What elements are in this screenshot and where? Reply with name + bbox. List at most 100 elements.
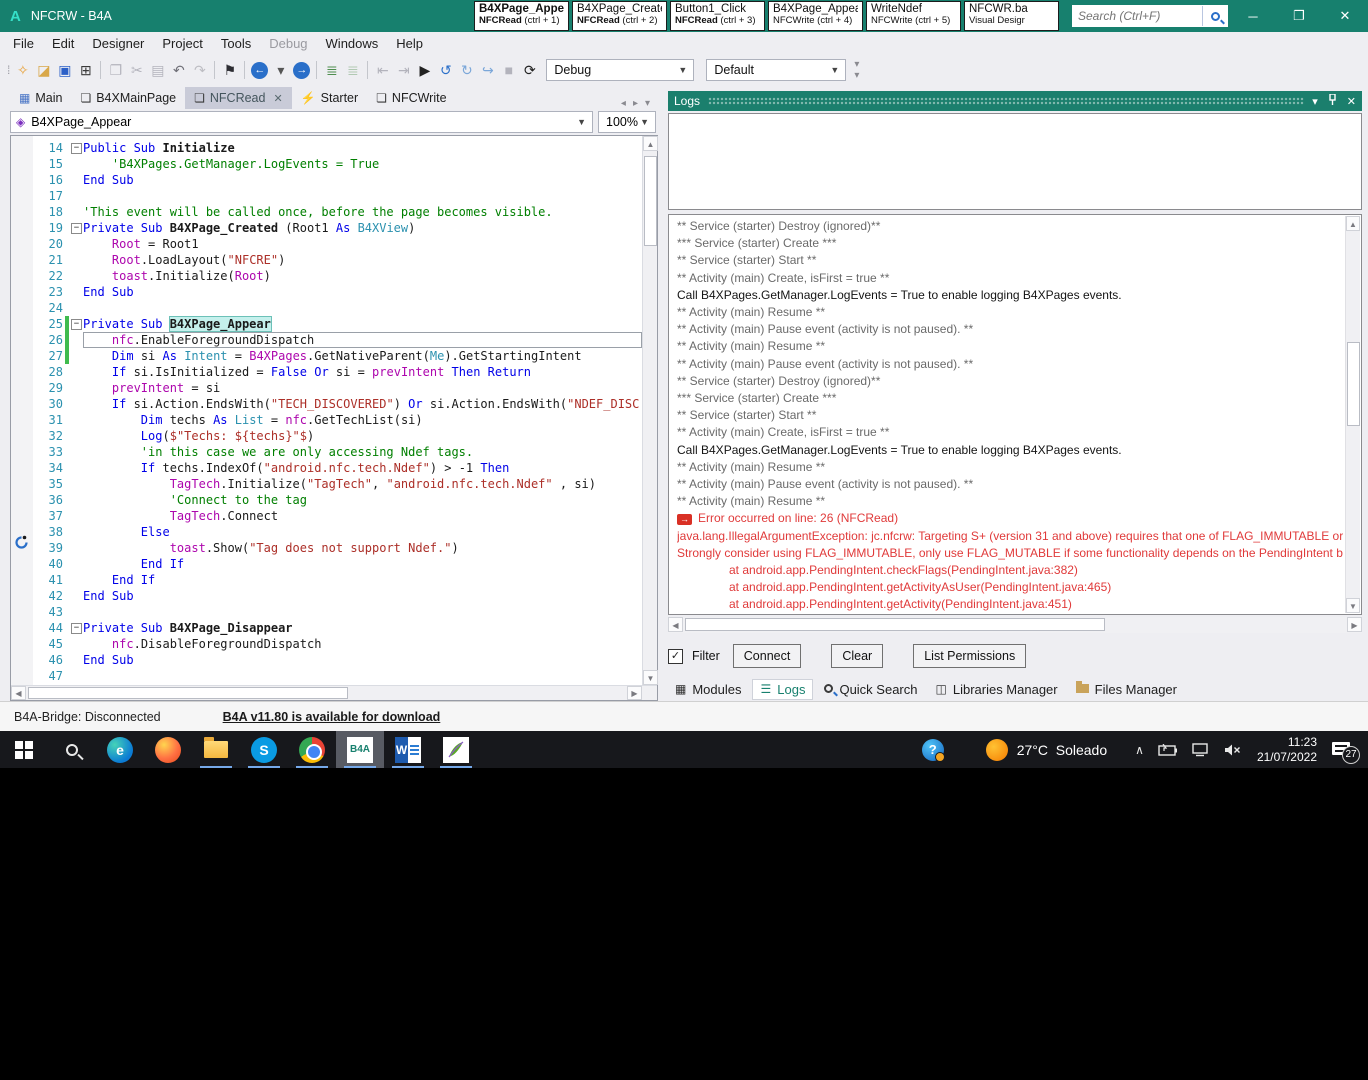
search-input[interactable]: [1072, 9, 1202, 23]
navigate-forward-icon[interactable]: →: [291, 59, 312, 81]
code-line-39[interactable]: 39 toast.Show("Tag does not support Ndef…: [33, 540, 642, 556]
build-config-dropdown[interactable]: Default▼: [706, 59, 846, 81]
code-text-area[interactable]: 14Public Sub Initialize15 'B4XPages.GetM…: [33, 136, 642, 685]
code-line-38[interactable]: 38 Else: [33, 524, 642, 540]
start-button[interactable]: [0, 731, 48, 768]
tool-tab-quick-search[interactable]: Quick Search: [817, 680, 924, 699]
code-line-42[interactable]: 42End Sub: [33, 588, 642, 604]
code-line-16[interactable]: 16End Sub: [33, 172, 642, 188]
code-line-20[interactable]: 20 Root = Root1: [33, 236, 642, 252]
quick-tab-NFCWR.ba[interactable]: NFCWR.baVisual Desigr: [964, 1, 1059, 31]
menu-tools[interactable]: Tools: [212, 36, 260, 51]
tab-scroll-right-icon[interactable]: ▸: [633, 98, 638, 109]
code-line-46[interactable]: 46End Sub: [33, 652, 642, 668]
b4a-app[interactable]: B4A: [336, 731, 384, 768]
tab-starter[interactable]: ⚡Starter: [292, 87, 367, 109]
battery-icon[interactable]: [1151, 731, 1185, 768]
code-line-30[interactable]: 30 If si.Action.EndsWith("TECH_DISCOVERE…: [33, 396, 642, 412]
chrome-app[interactable]: [288, 731, 336, 768]
designer-app[interactable]: [432, 731, 480, 768]
taskbar-search-button[interactable]: [48, 731, 96, 768]
tool-tab-logs[interactable]: ☰Logs: [752, 679, 813, 700]
search-box[interactable]: [1072, 5, 1228, 27]
back-history-dropdown-icon[interactable]: ▾: [270, 59, 291, 81]
scroll-up-icon[interactable]: ▲: [643, 136, 658, 151]
code-line-37[interactable]: 37 TagTech.Connect: [33, 508, 642, 524]
code-line-35[interactable]: 35 TagTech.Initialize("TagTech", "androi…: [33, 476, 642, 492]
code-line-34[interactable]: 34 If techs.IndexOf("android.nfc.tech.Nd…: [33, 460, 642, 476]
clear-button[interactable]: Clear: [831, 644, 883, 668]
log-filter-output-box[interactable]: [668, 113, 1362, 210]
code-line-22[interactable]: 22 toast.Initialize(Root): [33, 268, 642, 284]
explorer-app[interactable]: [192, 731, 240, 768]
menu-edit[interactable]: Edit: [43, 36, 83, 51]
code-line-27[interactable]: 27 Dim si As Intent = B4XPages.GetNative…: [33, 348, 642, 364]
code-line-23[interactable]: 23End Sub: [33, 284, 642, 300]
code-line-47[interactable]: 47: [33, 668, 642, 684]
code-editor[interactable]: 14Public Sub Initialize15 'B4XPages.GetM…: [10, 135, 658, 701]
volume-muted-icon[interactable]: [1217, 731, 1249, 768]
run-icon[interactable]: ▶: [414, 59, 435, 81]
update-download-link[interactable]: B4A v11.80 is available for download: [223, 710, 441, 724]
panel-menu-icon[interactable]: ▾: [1312, 95, 1318, 108]
tab-scroll-left-icon[interactable]: ◂: [621, 98, 626, 109]
step-out-icon[interactable]: ↪: [477, 59, 498, 81]
navigate-back-icon[interactable]: ←: [249, 59, 270, 81]
restore-button[interactable]: ❐: [1276, 0, 1322, 32]
close-panel-icon[interactable]: ✕: [1347, 95, 1356, 108]
code-line-18[interactable]: 18'This event will be called once, befor…: [33, 204, 642, 220]
scroll-down-icon[interactable]: ▼: [1346, 598, 1360, 613]
code-line-28[interactable]: 28 If si.IsInitialized = False Or si = p…: [33, 364, 642, 380]
code-line-24[interactable]: 24: [33, 300, 642, 316]
code-line-19[interactable]: 19Private Sub B4XPage_Created (Root1 As …: [33, 220, 642, 236]
code-line-25[interactable]: 25Private Sub B4XPage_Appear: [33, 316, 642, 332]
restart-icon[interactable]: ⟳: [519, 59, 540, 81]
undo-icon[interactable]: ↶: [168, 59, 189, 81]
minimize-button[interactable]: ─: [1230, 0, 1276, 32]
quick-tab-B4XPage_Appear[interactable]: B4XPage_AppearNFCRead (ctrl + 1): [474, 1, 569, 31]
edge-app[interactable]: e: [96, 731, 144, 768]
quick-tab-B4XPage_Created[interactable]: B4XPage_CreatedNFCRead (ctrl + 2): [572, 1, 667, 31]
code-line-43[interactable]: 43: [33, 604, 642, 620]
search-button[interactable]: [1202, 6, 1228, 26]
notification-center-button[interactable]: 27: [1325, 731, 1368, 768]
bookmark-icon[interactable]: ⚑: [219, 59, 240, 81]
collapse-region-icon[interactable]: [70, 620, 83, 636]
menu-windows[interactable]: Windows: [317, 36, 388, 51]
tool-tab-files-manager[interactable]: Files Manager: [1069, 680, 1184, 699]
code-line-36[interactable]: 36 'Connect to the tag: [33, 492, 642, 508]
scroll-right-icon[interactable]: ▶: [627, 686, 642, 700]
save-all-icon[interactable]: ⊞: [75, 59, 96, 81]
menu-project[interactable]: Project: [153, 36, 211, 51]
scrollbar-thumb[interactable]: [644, 156, 657, 246]
scroll-up-icon[interactable]: ▲: [1346, 216, 1360, 231]
connect-button[interactable]: Connect: [733, 644, 802, 668]
code-line-29[interactable]: 29 prevIntent = si: [33, 380, 642, 396]
open-file-icon[interactable]: ◪: [33, 59, 54, 81]
quick-tab-Button1_Click[interactable]: Button1_ClickNFCRead (ctrl + 3): [670, 1, 765, 31]
clock-widget[interactable]: 11:2321/07/2022: [1249, 731, 1325, 768]
step-over-icon[interactable]: ↻: [456, 59, 477, 81]
editor-vertical-scrollbar[interactable]: ▲ ▼: [642, 136, 657, 685]
tab-nfcread[interactable]: ❏NFCRead✕: [185, 87, 292, 109]
quick-tab-WriteNdef[interactable]: WriteNdefNFCWrite (ctrl + 5): [866, 1, 961, 31]
filter-checkbox[interactable]: ✓: [668, 649, 683, 664]
collapse-region-icon[interactable]: [70, 316, 83, 332]
code-line-15[interactable]: 15 'B4XPages.GetManager.LogEvents = True: [33, 156, 642, 172]
tool-tab-modules[interactable]: ▦Modules: [668, 680, 748, 699]
toolbar-grip[interactable]: ⁞: [7, 63, 9, 77]
logs-horizontal-scrollbar[interactable]: ◀ ▶: [668, 617, 1362, 633]
list-permissions-button[interactable]: List Permissions: [913, 644, 1026, 668]
scroll-down-icon[interactable]: ▼: [643, 670, 658, 685]
skype-app[interactable]: S: [240, 731, 288, 768]
scrollbar-thumb[interactable]: [1347, 342, 1360, 426]
code-line-31[interactable]: 31 Dim techs As List = nfc.GetTechList(s…: [33, 412, 642, 428]
collapse-region-icon[interactable]: [70, 140, 83, 156]
build-mode-dropdown[interactable]: Debug▼: [546, 59, 694, 81]
comment-icon[interactable]: ≣: [321, 59, 342, 81]
log-output-list[interactable]: ** Service (starter) Destroy (ignored)**…: [668, 214, 1362, 615]
quick-tab-B4XPage_Appear[interactable]: B4XPage_AppearNFCWrite (ctrl + 4): [768, 1, 863, 31]
code-line-40[interactable]: 40 End If: [33, 556, 642, 572]
scroll-left-icon[interactable]: ◀: [668, 617, 683, 632]
code-line-41[interactable]: 41 End If: [33, 572, 642, 588]
